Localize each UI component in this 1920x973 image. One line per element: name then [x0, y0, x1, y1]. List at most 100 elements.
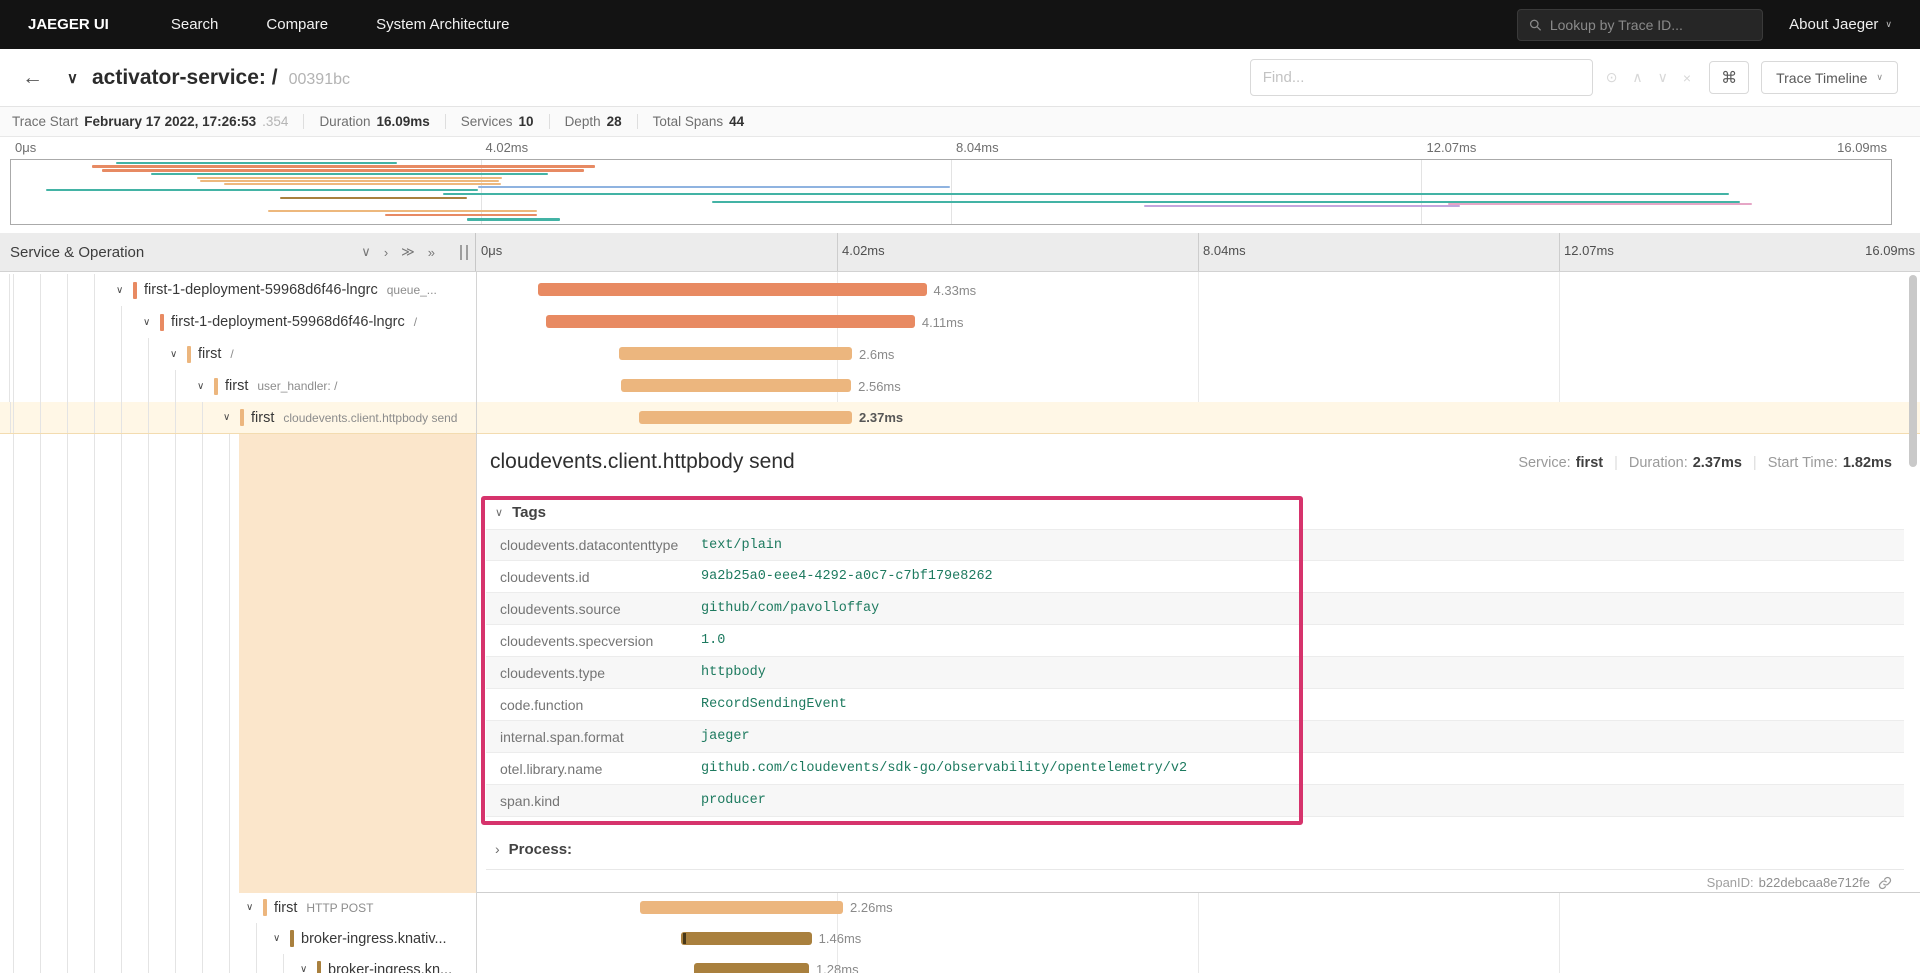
chevron-right-icon: › [495, 841, 500, 857]
column-resize-grip[interactable] [460, 245, 468, 260]
trace-view-dropdown[interactable]: Trace Timeline ∨ [1761, 61, 1898, 94]
span-row-first-http-post[interactable]: ∨ first HTTP POST 2.26ms [0, 892, 1920, 923]
service-name: first-1-deployment-59968d6f46-lngrc [171, 314, 405, 330]
nav-item-compare[interactable]: Compare [266, 16, 328, 33]
chevron-down-icon: ∨ [1885, 19, 1892, 29]
tick-label-4-02ms: 4.02ms [485, 140, 529, 155]
self-time-marker [682, 933, 686, 944]
tags-section-toggle[interactable]: ∨ Tags [486, 496, 1904, 529]
name-column-divider[interactable] [476, 272, 477, 973]
span-row-broker-ingress-kn[interactable]: ∨ broker-ingress.kn... 1.28ms [0, 954, 1920, 973]
span-row-first[interactable]: ∨ first / 2.6ms [0, 338, 1920, 370]
search-icon [1530, 19, 1542, 31]
span-duration-label: 4.11ms [921, 314, 964, 330]
about-jaeger-label: About Jaeger [1789, 16, 1879, 33]
meta-separator: | [1752, 455, 1757, 471]
find-clear-icon[interactable]: × [1683, 70, 1691, 86]
span-bar[interactable] [618, 347, 853, 360]
process-section-toggle[interactable]: › Process: [486, 835, 1920, 863]
trace-id-search[interactable] [1517, 8, 1764, 41]
nav-item-search[interactable]: Search [171, 16, 219, 33]
span-collapse-chevron-icon[interactable]: ∨ [170, 349, 187, 360]
find-prev-icon[interactable]: ∧ [1632, 69, 1642, 86]
span-collapse-chevron-icon[interactable]: ∨ [143, 317, 160, 328]
service-color-indicator [240, 409, 244, 426]
trace-minimap: 0μs 4.02ms 8.04ms 12.07ms 16.09ms [0, 137, 1920, 233]
tag-key: cloudevents.datacontenttype [500, 537, 679, 553]
indent-guides [0, 306, 139, 338]
span-bar[interactable] [546, 315, 915, 328]
span-row-first-user-handler[interactable]: ∨ first user_handler: / 2.56ms [0, 370, 1920, 402]
span-duration-label: 2.26ms [850, 900, 893, 915]
span-name-cell[interactable]: ∨ first user_handler: / [0, 370, 476, 402]
summary-value: 10 [518, 114, 534, 129]
tag-row: internal.span.format jaeger [486, 721, 1904, 753]
span-bar[interactable] [639, 411, 853, 424]
tag-key: code.function [500, 696, 584, 713]
span-bar[interactable] [680, 932, 812, 945]
trace-id-short: 00391bc [288, 70, 350, 88]
service-color-indicator [214, 377, 218, 395]
expand-one-icon[interactable]: › [384, 245, 388, 260]
collapse-one-icon[interactable]: ∨ [361, 244, 371, 260]
span-collapse-chevron-icon[interactable]: ∨ [116, 285, 133, 296]
span-name-cell[interactable]: ∨ first / [0, 338, 476, 370]
nav-items: Search Compare System Architecture [171, 16, 558, 33]
span-bar[interactable] [694, 963, 809, 973]
find-next-icon[interactable]: ∨ [1658, 69, 1668, 86]
expand-all-icon[interactable]: » [428, 245, 435, 260]
nav-item-system-architecture[interactable]: System Architecture [376, 16, 509, 33]
span-collapse-chevron-icon[interactable]: ∨ [246, 902, 263, 913]
span-name-cell[interactable]: ∨ first-1-deployment-59968d6f46-lngrc queu… [0, 274, 476, 306]
collapse-trace-header-icon[interactable]: ∨ [67, 69, 78, 87]
minimap-span [268, 210, 537, 212]
operation-name: / [230, 347, 234, 361]
span-name-cell[interactable]: ∨ first-1-deployment-59968d6f46-lngrc / [0, 306, 476, 338]
span-detail-panel: cloudevents.client.httpbody send Service… [476, 434, 1920, 893]
minimap-span [151, 173, 549, 175]
service-name: first-1-deployment-59968d6f46-lngrc [144, 282, 378, 298]
minimap-span [223, 183, 501, 185]
indent-guides [0, 274, 112, 306]
span-name-cell[interactable]: ∨ first HTTP POST [0, 892, 476, 923]
deep-link-icon[interactable] [1878, 876, 1892, 890]
minimap-canvas[interactable] [10, 159, 1892, 225]
span-collapse-chevron-icon[interactable]: ∨ [300, 964, 317, 973]
service-name: broker-ingress.kn... [328, 961, 453, 973]
span-name-cell[interactable]: ∨ first cloudevents.client.httpbody send [0, 402, 476, 433]
trace-id-search-input[interactable] [1549, 16, 1752, 33]
span-name-cell[interactable]: ∨ broker-ingress.kn... [0, 954, 476, 973]
find-input[interactable] [1249, 59, 1593, 96]
span-collapse-chevron-icon[interactable]: ∨ [197, 381, 214, 392]
vertical-scrollbar-thumb[interactable] [1909, 275, 1917, 467]
span-bar[interactable] [537, 283, 927, 296]
tag-row: cloudevents.type httpbody [486, 657, 1904, 689]
span-row-first-cloudevents-client-httpbody-send[interactable]: ∨ first cloudevents.client.httpbody send 2.… [0, 402, 1920, 434]
trace-title-text: activator-service: / [91, 65, 278, 89]
find-status-icon[interactable]: ⊙ [1606, 69, 1618, 86]
minimap-span [200, 180, 500, 182]
keyboard-shortcuts-button[interactable]: ⌘ [1709, 61, 1750, 94]
tag-key: cloudevents.specversion [500, 632, 654, 649]
jaeger-ui-brand[interactable]: JAEGER UI [28, 16, 109, 33]
span-bar[interactable] [640, 901, 844, 914]
minimap-span [102, 169, 584, 172]
back-button[interactable]: ← [22, 66, 43, 90]
detail-meta-value: 2.37ms [1692, 455, 1742, 471]
span-row-first-1-deployment-59968d6f46-lngrc-queue[interactable]: ∨ first-1-deployment-59968d6f46-lngrc queu… [0, 274, 1920, 306]
selected-span-name-column-fill [239, 434, 476, 893]
span-bar[interactable] [621, 379, 852, 392]
tag-value: github/com/pavolloffay [701, 601, 880, 616]
trace-view-label: Trace Timeline [1776, 69, 1868, 86]
span-duration-label: 4.33ms [933, 282, 977, 298]
span-row-first-1-deployment-59968d6f46-lngrc[interactable]: ∨ first-1-deployment-59968d6f46-lngrc / 4.1… [0, 306, 1920, 338]
span-name-cell[interactable]: ∨ broker-ingress.knativ... [0, 923, 476, 954]
indent-guides [0, 402, 219, 433]
span-collapse-chevron-icon[interactable]: ∨ [223, 412, 240, 423]
collapse-all-icon[interactable]: ≫ [401, 244, 415, 260]
span-row-broker-ingress-knativ[interactable]: ∨ broker-ingress.knativ... 1.46ms [0, 923, 1920, 954]
detail-meta-service: Service: first [1518, 455, 1603, 471]
trace-toolbar: ← ∨ activator-service: / 00391bc ⊙∧∨× ⌘ … [0, 49, 1920, 107]
about-jaeger-menu[interactable]: About Jaeger ∨ [1789, 16, 1892, 33]
span-collapse-chevron-icon[interactable]: ∨ [273, 933, 290, 944]
